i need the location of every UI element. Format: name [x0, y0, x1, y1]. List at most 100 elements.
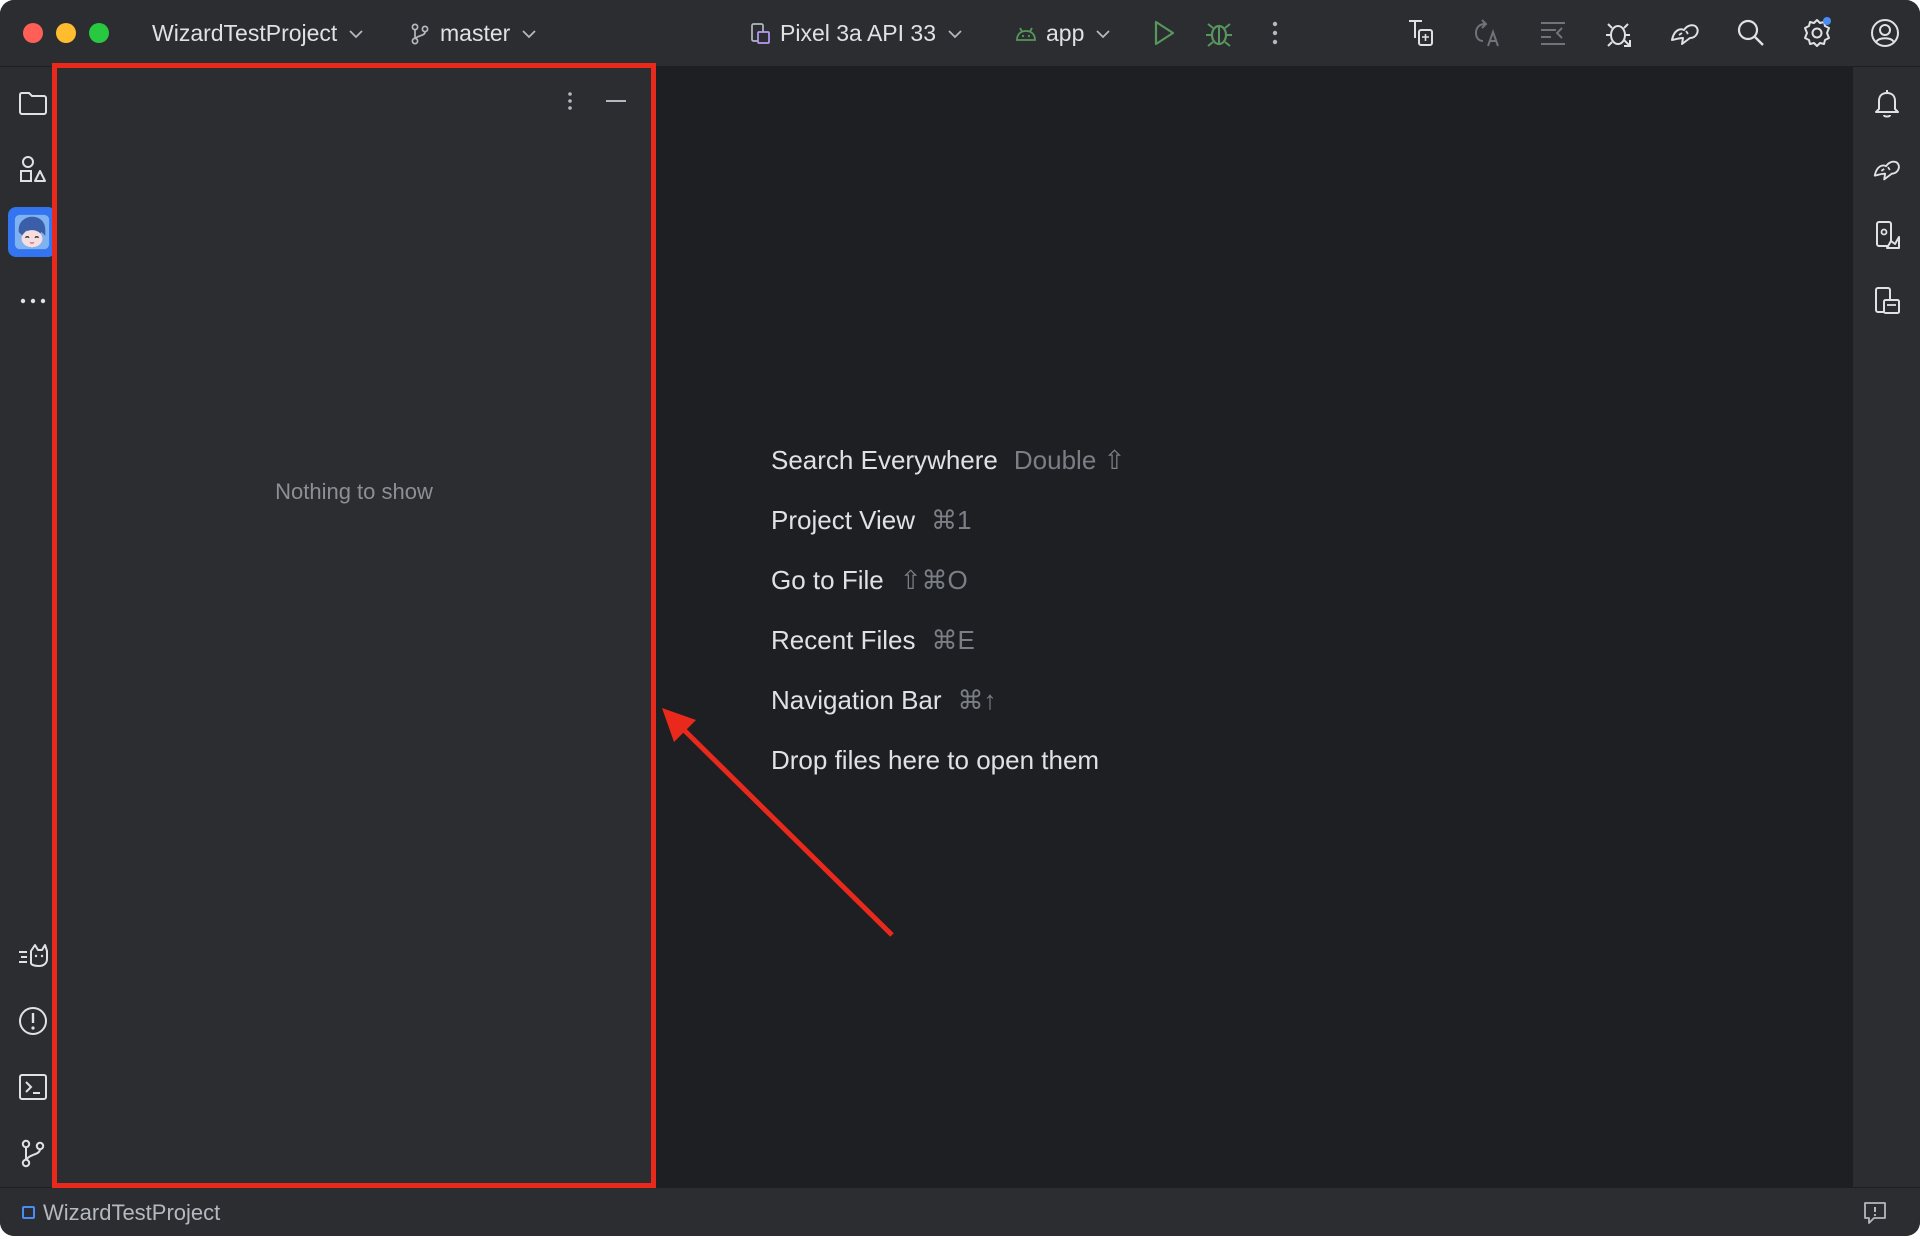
- logcat-icon: [1541, 22, 1565, 45]
- right-tool-stripe: [1852, 67, 1920, 1187]
- minimize-icon: [606, 100, 626, 102]
- left-tool-stripe: [0, 67, 56, 1187]
- more-vertical-icon: [568, 92, 572, 110]
- version-control-tool-button[interactable]: [11, 1131, 55, 1175]
- window-minimize-button[interactable]: [56, 23, 76, 43]
- hint-project-view: Project View ⌘1: [771, 490, 1125, 550]
- settings-button[interactable]: [1796, 12, 1838, 54]
- hint-label: Recent Files: [771, 624, 916, 655]
- git-branch-icon: [411, 23, 429, 44]
- android-icon: [1016, 27, 1036, 41]
- git-branch-icon: [21, 1139, 45, 1168]
- gear-icon: [1804, 17, 1831, 47]
- editor-area[interactable]: Search Everywhere Double ⇧ Project View …: [656, 67, 1852, 1187]
- event-log-icon: [1864, 1202, 1886, 1224]
- notification-badge: [1823, 17, 1831, 25]
- translate-icon: [1474, 19, 1499, 47]
- device-manager-icon: [1876, 221, 1900, 249]
- notifications-icon: [1875, 90, 1899, 118]
- chevron-down-icon: [522, 29, 536, 38]
- device-icon: [751, 22, 770, 44]
- running-devices-tool-button[interactable]: [1865, 279, 1909, 323]
- branch-name: master: [440, 20, 511, 46]
- hint-recent-files: Recent Files ⌘E: [771, 610, 1125, 670]
- more-vertical-icon: [1272, 21, 1278, 45]
- notifications-tool-button[interactable]: [1865, 81, 1909, 125]
- translate-button[interactable]: [1466, 12, 1508, 54]
- hint-search-everywhere: Search Everywhere Double ⇧: [771, 430, 1125, 490]
- window-maximize-button[interactable]: [89, 23, 109, 43]
- chevron-down-icon: [1096, 29, 1111, 38]
- empty-state-text: Nothing to show: [275, 479, 433, 504]
- status-project-breadcrumb[interactable]: WizardTestProject: [22, 1188, 220, 1236]
- account-button[interactable]: [1864, 12, 1906, 54]
- run-config-name: app: [1046, 20, 1085, 46]
- terminal-tool-button[interactable]: [11, 1065, 55, 1109]
- hint-label: Navigation Bar: [771, 684, 942, 715]
- search-button[interactable]: [1730, 12, 1772, 54]
- tool-window-hide-button[interactable]: [598, 83, 634, 119]
- profiler-button[interactable]: [1598, 12, 1640, 54]
- search-icon: [1737, 19, 1764, 46]
- running-devices-icon: [1875, 287, 1900, 314]
- debug-icon: [1206, 23, 1232, 47]
- hint-drop-files: Drop files here to open them: [771, 730, 1125, 790]
- tool-window-options-button[interactable]: [552, 83, 588, 119]
- gemini-icon: [1873, 160, 1900, 181]
- run-icon: [1154, 20, 1175, 46]
- hint-shortcut: Double ⇧: [1013, 444, 1126, 475]
- chevron-down-icon: [948, 29, 962, 38]
- gemini-tool-button[interactable]: [1865, 147, 1909, 191]
- run-button[interactable]: [1142, 12, 1184, 54]
- hint-label: Project View: [771, 504, 916, 535]
- hint-shortcut: ⇧⌘O: [899, 564, 968, 595]
- profiler-icon: [1606, 23, 1631, 47]
- cat-build-icon: [19, 944, 48, 967]
- branch-selector[interactable]: master: [408, 0, 540, 67]
- more-tools-button[interactable]: [11, 279, 55, 323]
- problems-tool-button[interactable]: [11, 999, 55, 1043]
- hint-shortcut: ⌘↑: [957, 684, 997, 715]
- project-tool-window: Nothing to show: [52, 67, 656, 1187]
- device-selector[interactable]: Pixel 3a API 33: [748, 0, 966, 67]
- structure-tool-button[interactable]: [11, 147, 55, 191]
- hint-shortcut: ⌘E: [931, 624, 975, 655]
- hint-navigation-bar: Navigation Bar ⌘↑: [771, 670, 1125, 730]
- account-icon: [1871, 19, 1899, 47]
- status-bar: WizardTestProject: [0, 1187, 1920, 1236]
- logcat-button[interactable]: [1532, 12, 1574, 54]
- gradle-sync-icon: [1409, 20, 1433, 46]
- hint-label: Go to File: [771, 564, 884, 595]
- project-selector[interactable]: WizardTestProject: [152, 0, 367, 67]
- event-log-button[interactable]: [1860, 1198, 1890, 1228]
- gemini-button[interactable]: [1664, 12, 1706, 54]
- folder-icon: [19, 92, 47, 115]
- device-name: Pixel 3a API 33: [780, 20, 936, 46]
- status-project-name: WizardTestProject: [43, 1199, 221, 1225]
- hint-shortcut: ⌘1: [931, 504, 972, 535]
- avatar-plugin-icon: [14, 214, 50, 250]
- module-icon: [22, 1206, 35, 1219]
- debug-button[interactable]: [1198, 12, 1240, 54]
- gradle-sync-button[interactable]: [1400, 12, 1442, 54]
- editor-empty-hints: Search Everywhere Double ⇧ Project View …: [771, 430, 1125, 790]
- project-name: WizardTestProject: [152, 20, 338, 46]
- avatar-plugin-tool-button[interactable]: [8, 207, 56, 257]
- hint-label: Drop files here to open them: [771, 744, 1100, 775]
- gemini-icon: [1671, 24, 1699, 45]
- build-tool-button[interactable]: [11, 933, 55, 977]
- device-manager-tool-button[interactable]: [1865, 213, 1909, 257]
- run-config-selector[interactable]: app: [1014, 0, 1114, 67]
- hint-go-to-file: Go to File ⇧⌘O: [771, 550, 1125, 610]
- project-tool-button[interactable]: [11, 81, 55, 125]
- more-actions-button[interactable]: [1254, 12, 1296, 54]
- ide-window: WizardTestProject master Pixel 3a API 33: [0, 0, 1920, 1236]
- structure-icon: [20, 156, 46, 182]
- window-close-button[interactable]: [23, 23, 43, 43]
- hint-label: Search Everywhere: [771, 444, 998, 475]
- problems-icon: [19, 1007, 47, 1035]
- chevron-down-icon: [349, 29, 363, 38]
- title-bar: WizardTestProject master Pixel 3a API 33: [0, 0, 1920, 67]
- terminal-icon: [19, 1074, 47, 1100]
- more-horizontal-icon: [20, 298, 46, 304]
